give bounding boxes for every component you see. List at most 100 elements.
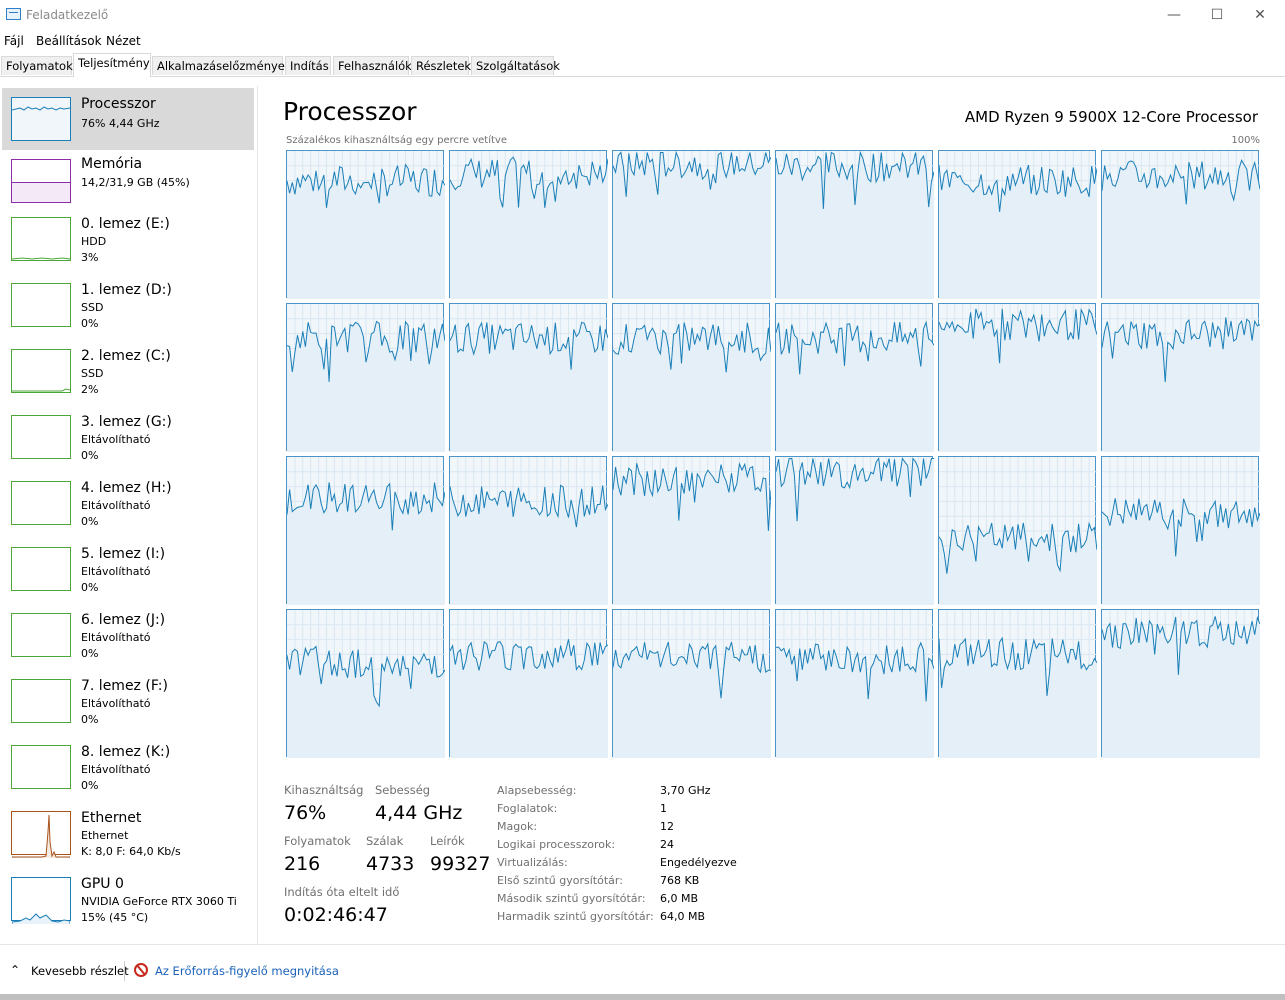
open-resource-monitor-link[interactable]: Az Erőforrás-figyelő megnyitása: [155, 964, 339, 978]
cpu-core-graph: [286, 456, 445, 605]
tab-details[interactable]: Részletek: [411, 56, 471, 75]
menu-file[interactable]: Fájl: [4, 34, 24, 48]
sidebar-disk-e-type: HDD: [81, 235, 107, 248]
sidebar-item-disk-h[interactable]: 4. lemez (H:) Eltávolítható 0%: [2, 480, 254, 542]
cpu-core-graph: [286, 609, 445, 758]
cpu-core-graph: [449, 303, 608, 452]
sidebar-disk-g-title: 3. lemez (G:): [81, 414, 172, 430]
disk-k-thumbnail: [11, 745, 71, 789]
sidebar-cpu-usage: 76% 4,44 GHz: [81, 117, 160, 130]
spec-value: 3,70 GHz: [660, 784, 711, 797]
processes-label: Folyamatok: [284, 834, 351, 848]
sidebar-disk-d-title: 1. lemez (D:): [81, 282, 172, 298]
cpu-core-graph: [1101, 303, 1260, 452]
cpu-core-graph: [286, 303, 445, 452]
spec-label: Virtualizálás:: [497, 856, 568, 869]
sidebar-disk-d-usage: 0%: [81, 317, 99, 330]
cpu-core-graph: [1101, 609, 1260, 758]
tab-processes[interactable]: Folyamatok: [1, 56, 73, 75]
spec-label: Első szintű gyorsítótár:: [497, 874, 623, 887]
handles-label: Leírók: [430, 834, 465, 848]
cpu-core-graph: [612, 150, 771, 299]
chevron-up-icon[interactable]: ⌃: [10, 963, 20, 977]
sidebar-disk-j-type: Eltávolítható: [81, 631, 151, 644]
sidebar-item-disk-d[interactable]: 1. lemez (D:) SSD 0%: [2, 282, 254, 344]
sidebar-item-disk-k[interactable]: 8. lemez (K:) Eltávolítható 0%: [2, 744, 254, 806]
sidebar-item-disk-c[interactable]: 2. lemez (C:) SSD 2%: [2, 348, 254, 410]
cpu-core-area: [613, 642, 771, 758]
disk-d-thumbnail: [11, 283, 71, 327]
cpu-core-area: [613, 152, 771, 299]
sidebar-disk-j-usage: 0%: [81, 647, 99, 660]
sidebar-ethernet-type: Ethernet: [81, 829, 129, 842]
maximize-icon[interactable]: ☐: [1194, 2, 1240, 28]
utilization-value: 76%: [284, 802, 327, 824]
uptime-value: 0:02:46:47: [284, 904, 388, 926]
sidebar-gpu-usage: 15% (45 °C): [81, 911, 149, 924]
sidebar-item-gpu[interactable]: GPU 0 NVIDIA GeForce RTX 3060 Ti 15% (45…: [2, 876, 254, 938]
sidebar-item-memory[interactable]: Memória 14,2/31,9 GB (45%): [2, 150, 254, 212]
sidebar-disk-g-usage: 0%: [81, 449, 99, 462]
minimize-icon[interactable]: —: [1151, 2, 1197, 28]
sidebar-disk-f-title: 7. lemez (F:): [81, 678, 168, 694]
fewer-details-link[interactable]: Kevesebb részlet: [31, 964, 129, 978]
sidebar-item-disk-f[interactable]: 7. lemez (F:) Eltávolítható 0%: [2, 678, 254, 740]
sidebar-disk-g-type: Eltávolítható: [81, 433, 151, 446]
sidebar-disk-e-usage: 3%: [81, 251, 99, 264]
task-manager-app-icon: [6, 8, 21, 20]
tab-users[interactable]: Felhasználók: [333, 56, 412, 75]
menu-view[interactable]: Nézet: [106, 34, 141, 48]
close-icon[interactable]: ✕: [1237, 2, 1283, 28]
footer-bar: ⌃ Kevesebb részlet Az Erőforrás-figyelő …: [0, 944, 1285, 997]
sidebar-disk-e-title: 0. lemez (E:): [81, 216, 170, 232]
sidebar-disk-h-type: Eltávolítható: [81, 499, 151, 512]
tab-performance[interactable]: Teljesítmény: [73, 53, 151, 77]
disk-h-thumbnail: [11, 481, 71, 525]
sidebar-disk-c-title: 2. lemez (C:): [81, 348, 171, 364]
sidebar-item-ethernet[interactable]: Ethernet Ethernet K: 8,0 F: 64,0 Kb/s: [2, 810, 254, 872]
sidebar-ethernet-throughput: K: 8,0 F: 64,0 Kb/s: [81, 845, 181, 858]
sidebar-disk-k-type: Eltávolítható: [81, 763, 151, 776]
footer-separator: [124, 961, 125, 981]
spec-value: Engedélyezve: [660, 856, 737, 869]
tab-services[interactable]: Szolgáltatások: [471, 56, 560, 75]
cpu-core-graph: [938, 609, 1097, 758]
threads-value: 4733: [366, 853, 415, 875]
speed-value: 4,44 GHz: [375, 802, 463, 824]
page-title: Processzor: [283, 97, 417, 126]
sidebar-item-disk-j[interactable]: 6. lemez (J:) Eltávolítható 0%: [2, 612, 254, 674]
menu-settings[interactable]: Beállítások: [36, 34, 102, 48]
background-window-strip: [0, 994, 1285, 1000]
cpu-core-graph: [449, 456, 608, 605]
graph-caption: Százalékos kihasználtság egy percre vetí…: [286, 135, 507, 146]
sidebar-item-disk-i[interactable]: 5. lemez (I:) Eltávolítható 0%: [2, 546, 254, 608]
cpu-core-graph: [449, 609, 608, 758]
cpu-core-area: [613, 322, 771, 452]
tab-app-history[interactable]: Alkalmazáselőzmények: [152, 56, 292, 75]
cpu-core-area: [939, 164, 1097, 299]
sidebar-disk-h-title: 4. lemez (H:): [81, 480, 172, 496]
sidebar-memory-title: Memória: [81, 156, 143, 172]
sidebar-disk-k-title: 8. lemez (K:): [81, 744, 171, 760]
cpu-core-graph: [775, 303, 934, 452]
sidebar-divider: [257, 86, 258, 944]
cpu-core-graph: [938, 150, 1097, 299]
sidebar-item-cpu[interactable]: Processzor 76% 4,44 GHz: [2, 88, 254, 150]
sidebar-memory-usage: 14,2/31,9 GB (45%): [81, 176, 190, 189]
cpu-core-graph: [612, 609, 771, 758]
speed-label: Sebesség: [375, 783, 431, 797]
sidebar-ethernet-title: Ethernet: [81, 810, 142, 826]
spec-label: Magok:: [497, 820, 538, 833]
spec-label: Logikai processzorok:: [497, 838, 616, 851]
cpu-core-graph: [612, 456, 771, 605]
sidebar-item-disk-g[interactable]: 3. lemez (G:) Eltávolítható 0%: [2, 414, 254, 476]
spec-value: 24: [660, 838, 674, 851]
sidebar-item-disk-e[interactable]: 0. lemez (E:) HDD 3%: [2, 216, 254, 278]
sidebar-disk-j-title: 6. lemez (J:): [81, 612, 166, 628]
sidebar-disk-d-type: SSD: [81, 301, 104, 314]
resource-monitor-icon[interactable]: [134, 963, 148, 977]
utilization-label: Kihasználtság: [284, 783, 364, 797]
ethernet-thumbnail: [11, 811, 71, 858]
tab-startup[interactable]: Indítás: [285, 56, 331, 75]
sidebar-disk-i-title: 5. lemez (I:): [81, 546, 166, 562]
